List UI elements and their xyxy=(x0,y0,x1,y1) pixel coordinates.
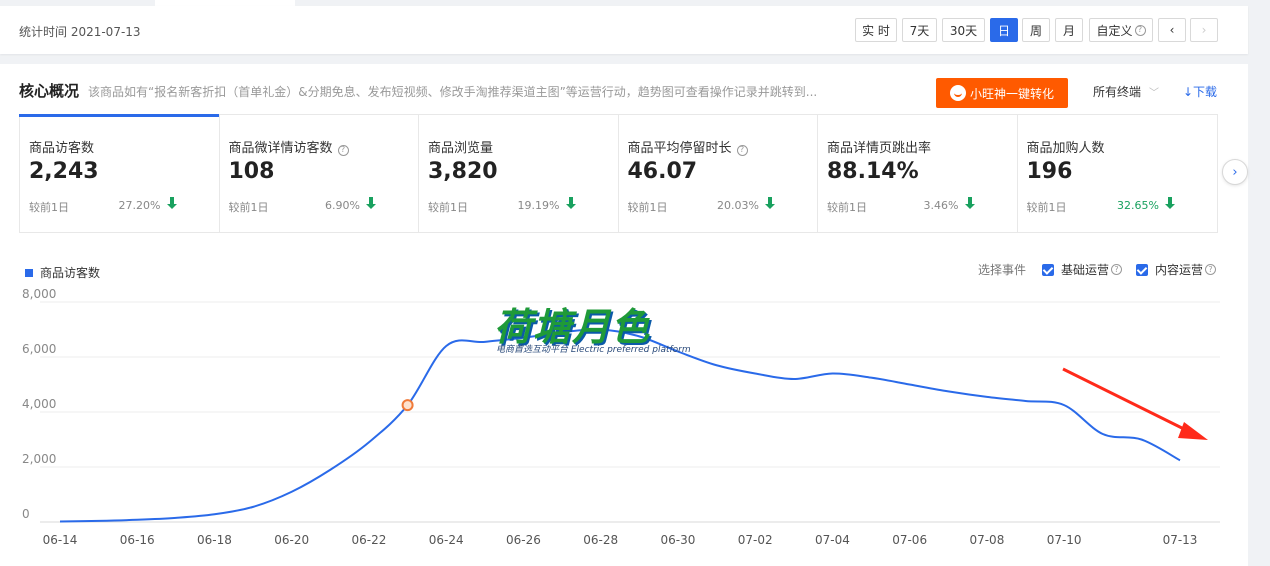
custom-range-label: 自定义 xyxy=(1096,23,1133,38)
x-tick-label: 07-08 xyxy=(969,533,1004,547)
x-tick-label: 06-24 xyxy=(429,533,464,547)
metric-change-pct: 6.90% xyxy=(325,199,360,212)
y-tick-label: 6,000 xyxy=(22,342,56,356)
watermark-logo: 荷塘月色 电商首选互动平台 Electric preferred platfor… xyxy=(494,296,714,360)
stat-time-label: 统计时间 2021-07-13 xyxy=(19,25,141,39)
watermark-subtitle: 电商首选互动平台 Electric preferred platform xyxy=(496,345,691,355)
7day-button[interactable]: 7天 xyxy=(902,18,937,42)
x-tick-label: 07-02 xyxy=(738,533,773,547)
y-tick-label: 2,000 xyxy=(22,452,56,466)
x-tick-label: 06-16 xyxy=(120,533,155,547)
month-button[interactable]: 月 xyxy=(1055,18,1083,42)
terminal-select[interactable]: 所有终端 ﹀ xyxy=(1093,83,1159,100)
x-tick-label: 06-20 xyxy=(274,533,309,547)
help-icon: ? xyxy=(1111,264,1123,275)
help-icon: ? xyxy=(1205,264,1217,275)
help-icon: ? xyxy=(337,144,349,156)
y-tick-label: 8,000 xyxy=(22,287,56,301)
x-tick-label: 06-18 xyxy=(197,533,232,547)
metric-card[interactable]: 商品加购人数 196 较前1日 32.65% xyxy=(1018,115,1218,232)
arrow-down-icon xyxy=(366,197,376,211)
chevron-right-icon: › xyxy=(1201,23,1207,37)
metric-change-pct: 32.65% xyxy=(1117,199,1159,212)
arrow-down-icon xyxy=(565,197,576,211)
metric-value: 108 xyxy=(228,159,275,184)
date-toolbar: 统计时间 2021-07-13 实 时 7天 30天 日 周 月 自定义 ? ‹… xyxy=(0,6,1248,54)
metric-label: 商品访客数 xyxy=(29,141,95,156)
one-click-convert-button[interactable]: 小旺神一键转化 xyxy=(936,78,1068,108)
x-tick-label: 07-06 xyxy=(892,533,927,547)
arrow-down-icon xyxy=(964,197,975,211)
checkbox-checked-icon xyxy=(1136,263,1149,276)
metric-label: 商品详情页跳出率 xyxy=(827,141,932,156)
prev-period-button[interactable]: ‹ xyxy=(1158,18,1186,42)
metric-card[interactable]: 商品访客数 2,243 较前1日 27.20% xyxy=(19,114,220,232)
arrow-down-icon xyxy=(765,197,775,211)
section-title: 核心概况 xyxy=(19,82,80,100)
metric-card[interactable]: 商品详情页跳出率 88.14% 较前1日 3.46% xyxy=(818,115,1018,232)
next-period-button[interactable]: › xyxy=(1190,18,1218,42)
metric-value: 88.14% xyxy=(827,159,919,184)
section-description: 该商品如有“报名新客折扣（首单礼金）&分期免息、发布短视频、修改手淘推荐渠道主图… xyxy=(88,85,818,99)
y-tick-label: 0 xyxy=(22,507,30,521)
metric-cards: 商品访客数 2,243 较前1日 27.20% 商品微详情访客数? 108 较前1日 6.90… xyxy=(19,114,1218,233)
metric-change-pct: 20.03% xyxy=(717,199,759,212)
x-tick-label: 07-04 xyxy=(815,533,850,547)
metric-compare-label: 较前1日 xyxy=(1026,201,1067,214)
day-button[interactable]: 日 xyxy=(990,18,1018,42)
x-tick-label: 06-26 xyxy=(506,533,541,547)
annotation-arrow-shaft xyxy=(1062,367,1191,434)
one-click-convert-label: 小旺神一键转化 xyxy=(969,86,1054,101)
arrow-down-icon xyxy=(166,197,177,211)
metric-label: 商品加购人数 xyxy=(1026,141,1105,156)
metric-card[interactable]: 商品微详情访客数? 108 较前1日 6.90% xyxy=(220,115,419,232)
help-icon: ? xyxy=(736,144,748,156)
x-tick-label: 07-10 xyxy=(1047,533,1082,547)
realtime-button[interactable]: 实 时 xyxy=(855,18,897,42)
metrics-next-button[interactable]: › xyxy=(1222,159,1248,185)
x-tick-label: 06-14 xyxy=(43,533,78,547)
y-tick-label: 4,000 xyxy=(22,397,56,411)
chevron-left-icon: ‹ xyxy=(1169,23,1175,37)
metric-card[interactable]: 商品浏览量 3,820 较前1日 19.19% xyxy=(419,115,619,232)
help-icon: ? xyxy=(1134,24,1146,36)
week-button[interactable]: 周 xyxy=(1022,18,1050,42)
metric-value: 3,820 xyxy=(428,159,498,184)
chevron-down-icon: ﹀ xyxy=(1149,88,1160,99)
metric-label: 商品浏览量 xyxy=(428,141,494,156)
metric-change-pct: 27.20% xyxy=(118,199,161,212)
metric-value: 196 xyxy=(1026,159,1073,184)
metric-compare-label: 较前1日 xyxy=(228,201,269,214)
x-tick-label: 06-28 xyxy=(583,533,618,547)
custom-range-button[interactable]: 自定义 ? xyxy=(1089,18,1153,42)
metric-label: 商品平均停留时长? xyxy=(628,137,748,156)
metric-compare-label: 较前1日 xyxy=(428,201,468,214)
arrow-down-icon xyxy=(1165,197,1175,211)
metric-compare-label: 较前1日 xyxy=(627,201,668,214)
metric-change-pct: 19.19% xyxy=(517,199,560,212)
terminal-select-label: 所有终端 xyxy=(1093,85,1142,99)
metric-card[interactable]: 商品平均停留时长? 46.07 较前1日 20.03% xyxy=(619,115,818,232)
metric-change-pct: 3.46% xyxy=(923,199,959,212)
annotation-arrow-head xyxy=(1178,422,1208,440)
highlight-point[interactable] xyxy=(401,399,414,412)
x-tick-label: 07-13 xyxy=(1163,533,1198,547)
30day-button[interactable]: 30天 xyxy=(942,18,985,42)
download-link[interactable]: ↓下载 xyxy=(1183,83,1217,100)
metric-compare-label: 较前1日 xyxy=(29,201,69,214)
x-tick-label: 06-22 xyxy=(352,533,387,547)
x-tick-label: 06-30 xyxy=(660,533,695,547)
metric-label: 商品微详情访客数? xyxy=(229,137,349,156)
chevron-right-icon: › xyxy=(1232,164,1238,180)
metric-value: 46.07 xyxy=(627,159,698,184)
checkbox-checked-icon xyxy=(1042,263,1055,276)
metric-compare-label: 较前1日 xyxy=(827,201,867,214)
metric-value: 2,243 xyxy=(29,159,99,184)
mascot-icon xyxy=(949,85,966,101)
